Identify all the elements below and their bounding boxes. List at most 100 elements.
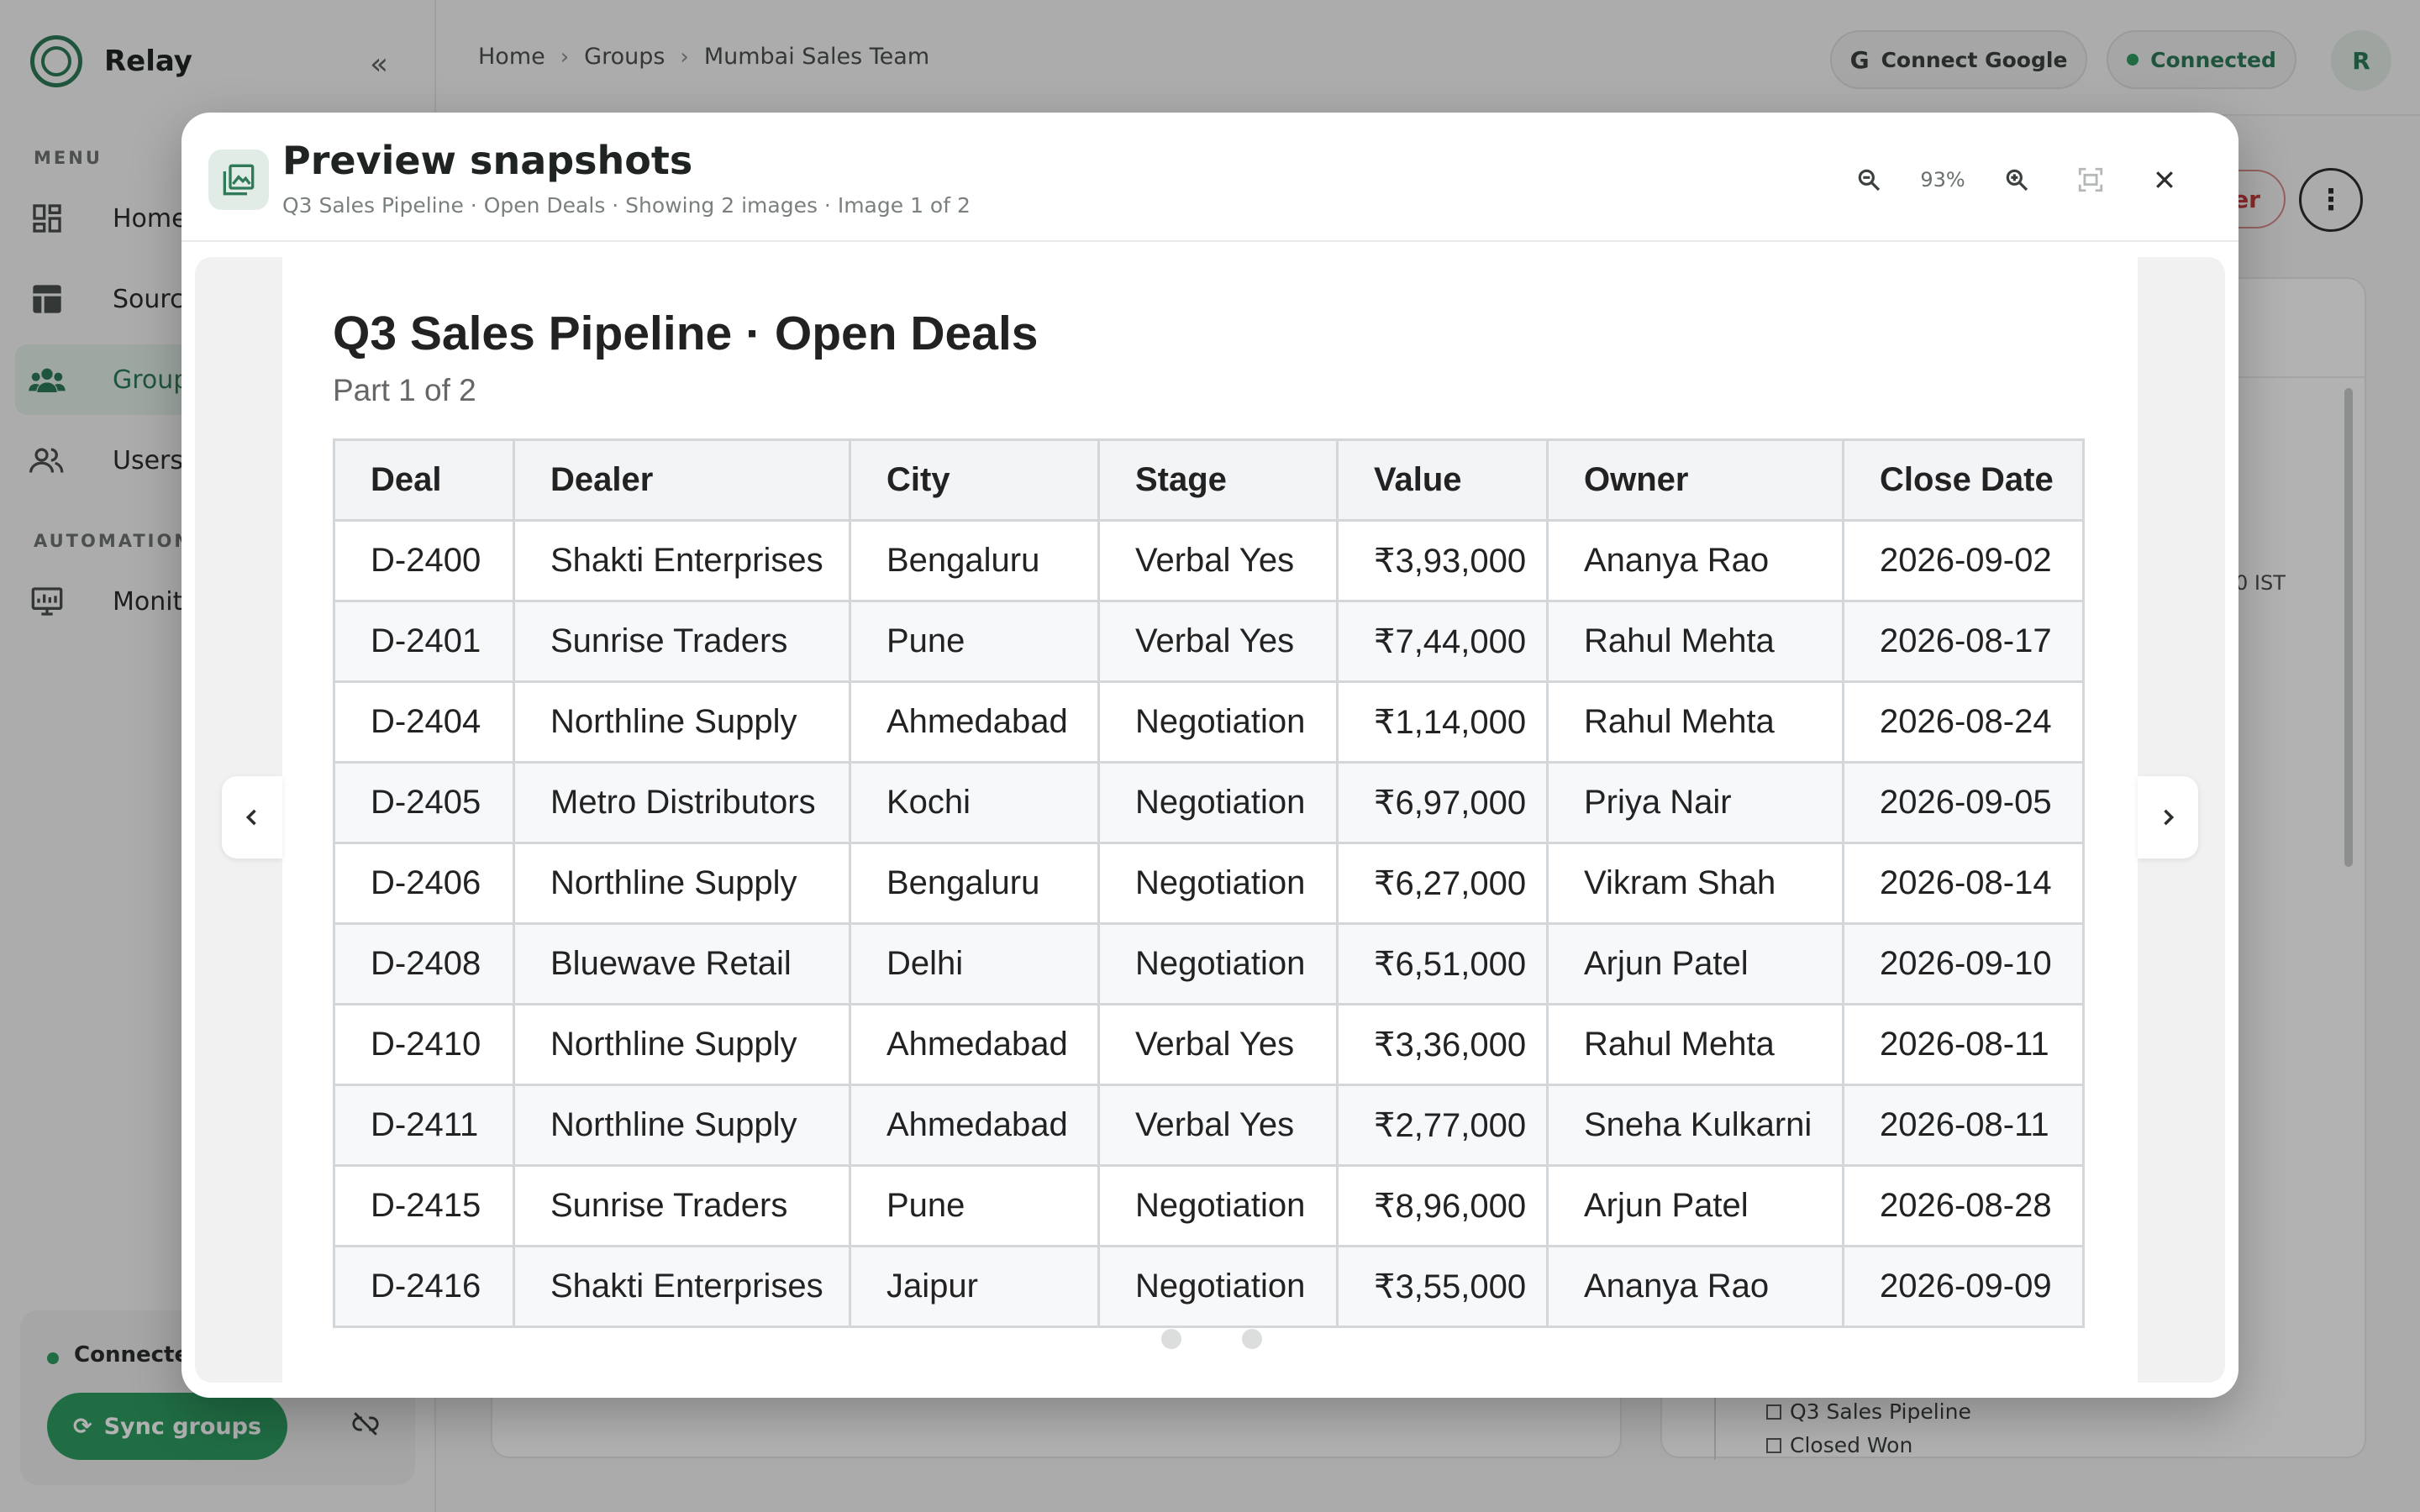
column-header: Value <box>1336 438 1549 522</box>
table-cell: Negotiation <box>1097 1164 1339 1247</box>
zoom-out-icon <box>1858 169 1881 192</box>
table-cell: Ahmedabad <box>849 1003 1100 1086</box>
column-header: Dealer <box>513 438 851 522</box>
table-cell: Arjun Patel <box>1546 1164 1844 1247</box>
table-cell: ₹3,55,000 <box>1336 1245 1549 1328</box>
table-cell: Bengaluru <box>849 842 1100 925</box>
preview-snapshots-dialog: Preview snapshots Q3 Sales Pipeline · Op… <box>182 113 2238 1398</box>
table-row: D-2405 Metro Distributors Kochi Negotiation… <box>333 761 2085 844</box>
table-cell: ₹7,44,000 <box>1336 600 1549 683</box>
close-icon <box>2156 171 2173 188</box>
zoom-in-icon <box>2006 169 2028 192</box>
snapshot-viewer[interactable]: Q3 Sales Pipeline · Open Deals Part 1 of… <box>195 257 2225 1383</box>
table-cell: Verbal Yes <box>1097 600 1339 683</box>
table-cell: Negotiation <box>1097 1245 1339 1328</box>
table-cell: 2026-08-28 <box>1842 1164 2085 1247</box>
table-cell: 2026-09-02 <box>1842 519 2085 602</box>
close-button[interactable] <box>2128 155 2202 205</box>
dialog-subtitle: Q3 Sales Pipeline · Open Deals · Showing… <box>282 193 971 218</box>
zoom-in-button[interactable] <box>1980 155 2054 205</box>
table-row: D-2408 Bluewave Retail Delhi Negotiation ₹6,… <box>333 922 2085 1005</box>
image-gallery-icon <box>208 150 269 210</box>
table-cell: Pune <box>849 600 1100 683</box>
table-cell: ₹6,97,000 <box>1336 761 1549 844</box>
table-cell: ₹3,36,000 <box>1336 1003 1549 1086</box>
column-header: Deal <box>333 438 515 522</box>
table-cell: 2026-08-11 <box>1842 1084 2085 1167</box>
fit-screen-icon <box>2078 167 2103 192</box>
table-cell: Shakti Enterprises <box>513 1245 851 1328</box>
table-cell: D-2415 <box>333 1164 515 1247</box>
table-cell: 2026-09-10 <box>1842 922 2085 1005</box>
snapshot-image: Q3 Sales Pipeline · Open Deals Part 1 of… <box>282 257 2138 1383</box>
table-cell: Kochi <box>849 761 1100 844</box>
table-cell: 2026-08-24 <box>1842 680 2085 764</box>
table-cell: Sneha Kulkarni <box>1546 1084 1844 1167</box>
table-cell: Delhi <box>849 922 1100 1005</box>
fit-to-screen-button[interactable] <box>2054 155 2128 205</box>
column-header: Stage <box>1097 438 1339 522</box>
table-cell: Northline Supply <box>513 1084 851 1167</box>
table-row: D-2416 Shakti Enterprises Jaipur Negotiatio… <box>333 1245 2085 1328</box>
zoom-toolbar: 93% <box>1832 155 2202 205</box>
table-cell: ₹2,77,000 <box>1336 1084 1549 1167</box>
table-row: D-2401 Sunrise Traders Pune Verbal Yes ₹7,44… <box>333 600 2085 683</box>
chevron-right-icon <box>2164 809 2175 826</box>
table-cell: D-2408 <box>333 922 515 1005</box>
table-cell: Pune <box>849 1164 1100 1247</box>
previous-image-button[interactable] <box>222 776 282 858</box>
table-cell: Verbal Yes <box>1097 1084 1339 1167</box>
table-row: D-2406 Northline Supply Bengaluru Negotiati… <box>333 842 2085 925</box>
table-cell: Priya Nair <box>1546 761 1844 844</box>
table-row: D-2411 Northline Supply Ahmedabad Verbal Ye… <box>333 1084 2085 1167</box>
table-cell: Vikram Shah <box>1546 842 1844 925</box>
table-cell: Shakti Enterprises <box>513 519 851 602</box>
table-cell: Negotiation <box>1097 842 1339 925</box>
table-cell: ₹3,93,000 <box>1336 519 1549 602</box>
table-cell: 2026-09-05 <box>1842 761 2085 844</box>
image-pager <box>1161 1329 1262 1349</box>
snapshot-title: Q3 Sales Pipeline · Open Deals <box>333 307 1039 360</box>
column-header: Owner <box>1546 438 1844 522</box>
chevron-left-icon <box>245 809 256 826</box>
table-cell: D-2411 <box>333 1084 515 1167</box>
table-cell: Jaipur <box>849 1245 1100 1328</box>
table-cell: Negotiation <box>1097 680 1339 764</box>
column-header: Close Date <box>1842 438 2085 522</box>
table-cell: Northline Supply <box>513 680 851 764</box>
table-cell: D-2401 <box>333 600 515 683</box>
table-cell: ₹8,96,000 <box>1336 1164 1549 1247</box>
table-cell: 2026-08-17 <box>1842 600 2085 683</box>
pager-dot[interactable] <box>1161 1329 1181 1349</box>
table-cell: Verbal Yes <box>1097 519 1339 602</box>
table-cell: Ahmedabad <box>849 1084 1100 1167</box>
dialog-title: Preview snapshots <box>282 138 693 183</box>
table-body: D-2400 Shakti Enterprises Bengaluru Verbal … <box>333 519 2085 1328</box>
table-cell: Negotiation <box>1097 761 1339 844</box>
table-cell: ₹6,51,000 <box>1336 922 1549 1005</box>
table-cell: Ananya Rao <box>1546 519 1844 602</box>
deals-table: Deal Dealer City Stage Value Owner Close Date … <box>333 438 2085 1328</box>
table-cell: D-2416 <box>333 1245 515 1328</box>
table-cell: D-2404 <box>333 680 515 764</box>
table-cell: Arjun Patel <box>1546 922 1844 1005</box>
table-cell: 2026-09-09 <box>1842 1245 2085 1328</box>
table-cell: Bluewave Retail <box>513 922 851 1005</box>
snapshot-part: Part 1 of 2 <box>333 373 476 407</box>
table-cell: 2026-08-11 <box>1842 1003 2085 1086</box>
table-row: D-2415 Sunrise Traders Pune Negotiation ₹8,9… <box>333 1164 2085 1247</box>
table-row: D-2404 Northline Supply Ahmedabad Negotiati… <box>333 680 2085 764</box>
table-cell: D-2400 <box>333 519 515 602</box>
table-cell: Rahul Mehta <box>1546 1003 1844 1086</box>
table-cell: Sunrise Traders <box>513 600 851 683</box>
table-cell: Verbal Yes <box>1097 1003 1339 1086</box>
table-cell: D-2410 <box>333 1003 515 1086</box>
next-image-button[interactable] <box>2138 776 2198 858</box>
table-cell: 2026-08-14 <box>1842 842 2085 925</box>
pager-dot[interactable] <box>1242 1329 1262 1349</box>
table-row: D-2400 Shakti Enterprises Bengaluru Verbal … <box>333 519 2085 602</box>
zoom-out-button[interactable] <box>1832 155 1906 205</box>
table-cell: D-2405 <box>333 761 515 844</box>
column-header: City <box>849 438 1100 522</box>
table-row: D-2410 Northline Supply Ahmedabad Verbal Ye… <box>333 1003 2085 1086</box>
